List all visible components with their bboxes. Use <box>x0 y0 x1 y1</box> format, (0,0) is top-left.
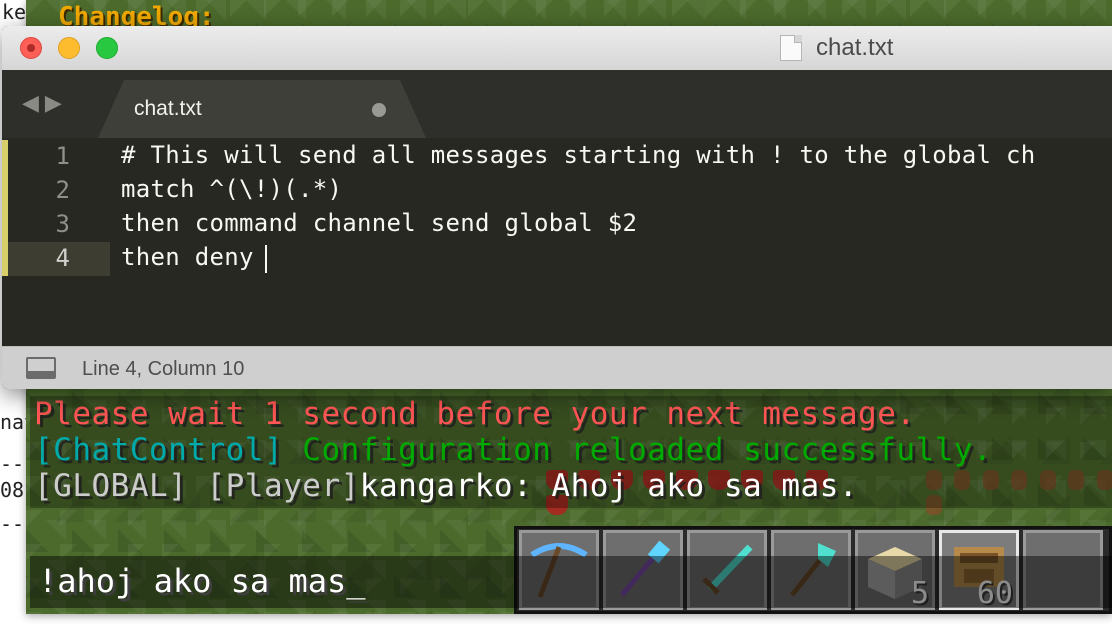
window-title: chat.txt <box>816 34 894 61</box>
status-bar: Line 4, Column 10 <box>2 346 1112 389</box>
chat-line: [ChatControl] Configuration reloaded suc… <box>34 432 992 468</box>
title-bar[interactable]: chat.txt <box>2 26 1112 71</box>
document-icon <box>780 35 802 61</box>
tab-bar: ◀▶ chat.txt <box>2 70 1112 138</box>
zoom-window-button[interactable] <box>96 37 118 59</box>
text-caret <box>265 245 267 273</box>
chat-input[interactable]: !ahoj ako sa mas_ <box>30 556 1112 608</box>
chat-message-text: kangarko: Ahoj ako sa mas. <box>359 468 859 504</box>
code-line[interactable]: match ^(\!)(.*) <box>121 175 342 203</box>
chat-message-text: Please wait 1 second before your next me… <box>34 396 916 432</box>
chat-line: Please wait 1 second before your next me… <box>34 396 916 432</box>
close-window-button[interactable] <box>20 37 42 59</box>
background-text-fragment: ke <box>2 0 27 24</box>
chevron-right-icon[interactable]: ▶ <box>45 90 68 115</box>
close-icon <box>27 44 35 52</box>
chat-message-text: Configuration reloaded successfully. <box>283 432 993 468</box>
chat-prefix: [GLOBAL] [Player] <box>34 468 360 504</box>
background-text-fragment: -- <box>0 452 25 476</box>
chat-input-text[interactable]: !ahoj ako sa mas_ <box>38 562 366 600</box>
line-number: 4 <box>55 244 70 272</box>
code-line[interactable]: then command channel send global $2 <box>121 209 637 237</box>
window-title-group: chat.txt <box>780 34 893 62</box>
cursor-position-status: Line 4, Column 10 <box>82 358 245 380</box>
chevron-left-icon[interactable]: ◀ <box>22 90 45 115</box>
line-number: 1 <box>55 142 70 170</box>
code-editor[interactable]: 1 2 3 4 # This will send all messages st… <box>2 138 1112 346</box>
minimize-window-button[interactable] <box>58 37 80 59</box>
code-line[interactable]: # This will send all messages starting w… <box>121 141 1035 169</box>
line-number: 3 <box>55 210 70 238</box>
line-number: 2 <box>55 176 70 204</box>
code-line[interactable]: then deny <box>121 243 254 271</box>
unsaved-indicator-icon[interactable] <box>372 103 386 117</box>
tab-navigation: ◀▶ <box>22 90 68 116</box>
panel-toggle-icon[interactable] <box>26 357 56 379</box>
tab-label[interactable]: chat.txt <box>134 97 202 121</box>
chat-prefix: [ChatControl] <box>34 432 284 468</box>
editor-window[interactable]: chat.txt ◀▶ chat.txt 1 2 3 4 # This will… <box>2 26 1112 389</box>
background-text-fragment: -- <box>0 512 25 536</box>
chat-line: [GLOBAL] [Player]kangarko: Ahoj ako sa m… <box>34 468 858 504</box>
line-gutter: 1 2 3 4 <box>2 138 110 346</box>
